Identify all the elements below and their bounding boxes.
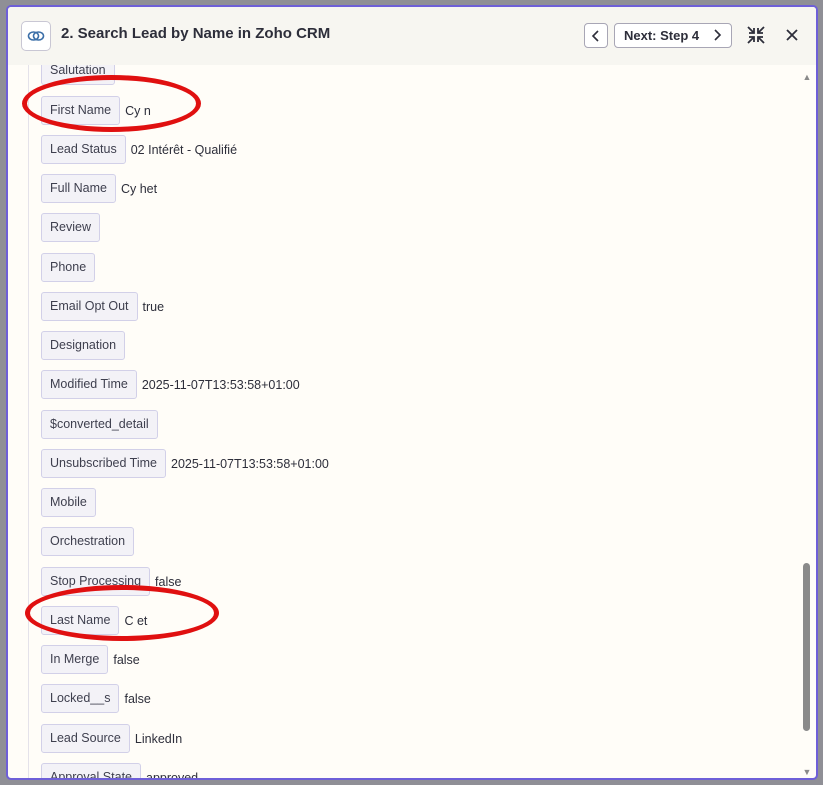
field-row: Stop Processing false bbox=[41, 567, 181, 596]
field-row: Orchestration bbox=[41, 527, 139, 556]
next-step-label: Next: Step 4 bbox=[624, 28, 700, 43]
field-label: First Name bbox=[41, 96, 121, 125]
field-row: Phone bbox=[41, 253, 100, 282]
field-label: Approval State bbox=[41, 763, 141, 778]
collapse-button[interactable] bbox=[745, 24, 767, 46]
scroll-down-arrow-icon[interactable]: ▼ bbox=[802, 768, 812, 777]
field-value: 2025-11-07T13:53:58+01:00 bbox=[171, 456, 329, 471]
field-row: Last Name C et bbox=[41, 606, 147, 635]
field-label: Orchestration bbox=[41, 527, 135, 556]
next-step-button[interactable]: Next: Step 4 bbox=[614, 23, 732, 48]
field-row: Mobile bbox=[41, 488, 101, 517]
previous-step-button[interactable] bbox=[584, 23, 608, 48]
field-row: In Merge false bbox=[41, 645, 140, 674]
field-list[interactable]: Salutation First Name Cy n Lead Status 0… bbox=[28, 65, 797, 780]
field-label: Modified Time bbox=[41, 370, 137, 399]
field-value: Cy n bbox=[125, 103, 151, 118]
field-row: Lead Status 02 Intérêt - Qualifié bbox=[41, 135, 237, 164]
field-row: Full Name Cy het bbox=[41, 174, 157, 203]
field-row: Designation bbox=[41, 331, 130, 360]
field-row: Approval State approved bbox=[41, 763, 199, 780]
field-label: Last Name bbox=[41, 606, 120, 635]
field-value: false bbox=[113, 652, 140, 667]
field-row: Email Opt Out true bbox=[41, 292, 164, 321]
page-title: 2. Search Lead by Name in Zoho CRM bbox=[61, 25, 331, 42]
field-row: Salutation bbox=[41, 65, 120, 85]
field-label: Mobile bbox=[41, 488, 96, 517]
field-label: Stop Processing bbox=[41, 567, 151, 596]
field-value: C et bbox=[124, 613, 148, 628]
field-row: Review bbox=[41, 213, 105, 242]
field-label: Email Opt Out bbox=[41, 292, 138, 321]
close-icon bbox=[786, 29, 798, 41]
step-detail-modal: 2. Search Lead by Name in Zoho CRM Next:… bbox=[6, 5, 818, 780]
field-value: false bbox=[124, 691, 151, 706]
field-label: Salutation bbox=[41, 65, 115, 85]
field-label: In Merge bbox=[41, 645, 109, 674]
field-label: Lead Source bbox=[41, 724, 130, 753]
field-value: true bbox=[142, 299, 165, 314]
field-value: approved bbox=[146, 770, 199, 780]
field-row: Locked__s false bbox=[41, 684, 151, 713]
field-label: Phone bbox=[41, 253, 96, 282]
field-value: Cy het bbox=[120, 181, 158, 196]
field-row: First Name Cy n bbox=[41, 96, 151, 125]
field-label: Review bbox=[41, 213, 100, 242]
field-row: Modified Time 2025-11-07T13:53:58+01:00 bbox=[41, 370, 300, 399]
field-label: Designation bbox=[41, 331, 126, 360]
scrollbar[interactable]: ▲ ▼ bbox=[800, 65, 814, 778]
field-label: $converted_detail bbox=[41, 410, 158, 439]
field-label: Unsubscribed Time bbox=[41, 449, 166, 478]
field-label: Full Name bbox=[41, 174, 116, 203]
field-value: 02 Intérêt - Qualifié bbox=[130, 142, 238, 157]
modal-header: 2. Search Lead by Name in Zoho CRM Next:… bbox=[8, 7, 816, 65]
chevron-left-icon bbox=[591, 29, 599, 42]
field-label: Locked__s bbox=[41, 684, 120, 713]
field-label: Lead Status bbox=[41, 135, 126, 164]
scrollbar-thumb[interactable] bbox=[803, 563, 810, 731]
close-button[interactable] bbox=[781, 24, 803, 46]
field-value: LinkedIn bbox=[134, 731, 183, 746]
collapse-icon bbox=[747, 26, 765, 44]
field-row: Lead Source LinkedIn bbox=[41, 724, 182, 753]
field-row: $converted_detail bbox=[41, 410, 163, 439]
field-value: false bbox=[155, 574, 182, 589]
field-row: Unsubscribed Time 2025-11-07T13:53:58+01… bbox=[41, 449, 329, 478]
field-value: 2025-11-07T13:53:58+01:00 bbox=[141, 377, 300, 392]
scroll-up-arrow-icon[interactable]: ▲ bbox=[802, 73, 812, 82]
chevron-right-icon bbox=[714, 29, 722, 41]
zoho-crm-icon bbox=[21, 21, 51, 51]
